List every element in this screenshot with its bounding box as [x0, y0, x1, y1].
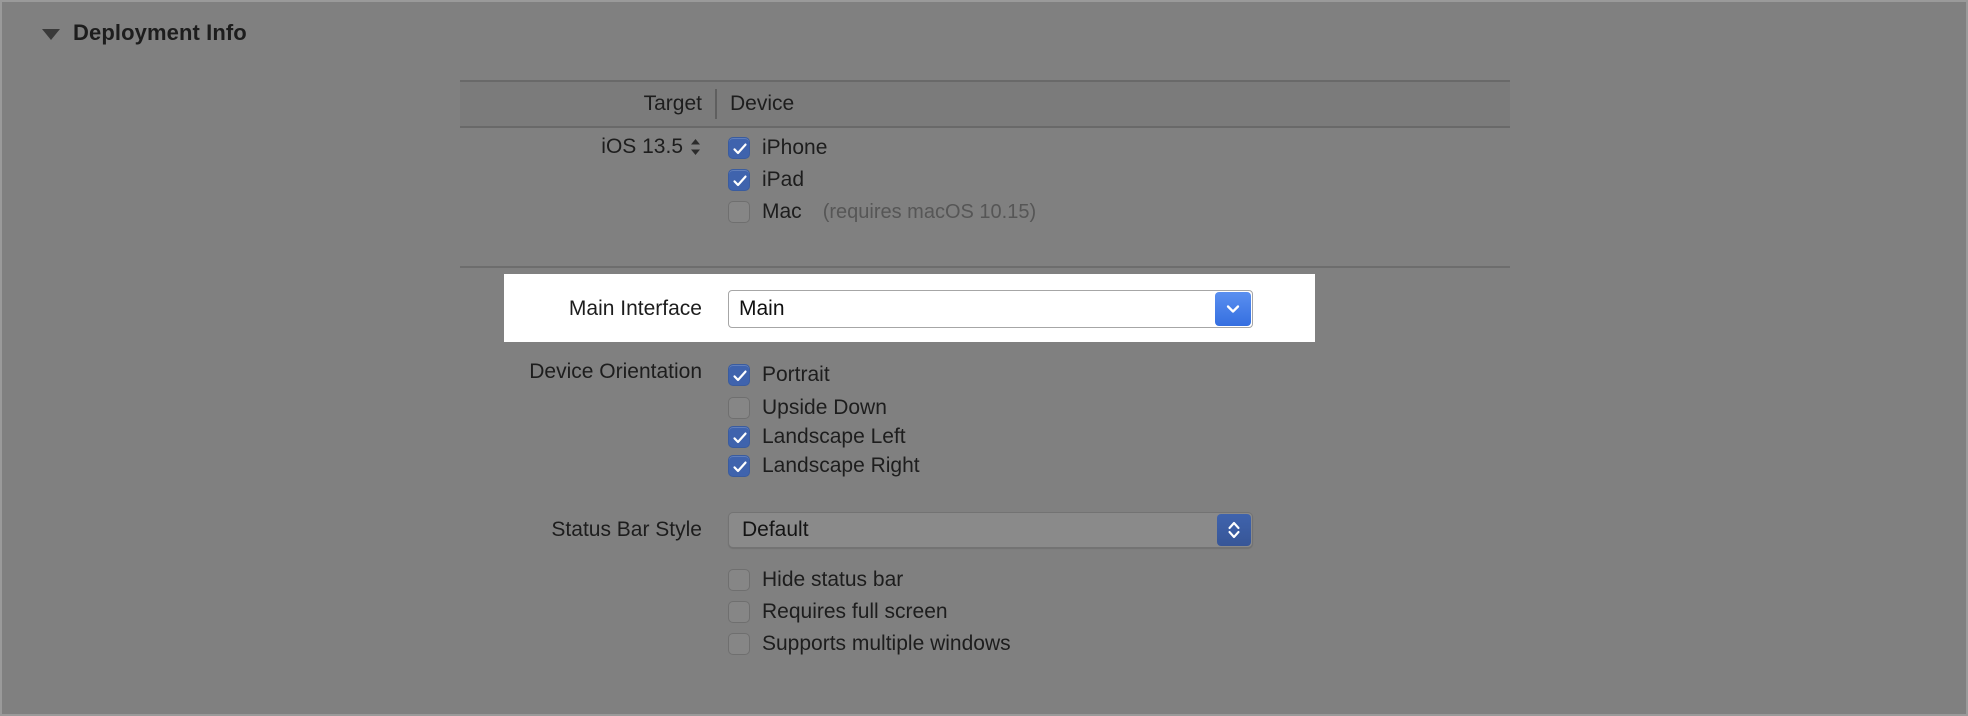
device-label-ipad: iPad [762, 168, 805, 191]
section-separator [460, 266, 1510, 268]
device-label-mac: Mac [762, 200, 802, 223]
device-row-iphone[interactable]: iPhone [728, 132, 1036, 164]
checkbox-landscape-left[interactable] [728, 425, 750, 448]
column-header-device: Device [730, 92, 795, 115]
device-row-ipad[interactable]: iPad [728, 164, 1036, 196]
deployment-table: Target Device [460, 80, 1510, 128]
checkbox-supports-multiple-windows[interactable] [728, 633, 750, 655]
orientation-row-landscape-left[interactable]: Landscape Left [728, 422, 920, 451]
deployment-info-panel: Deployment Info Target Device iOS 13.5 i… [0, 0, 1968, 716]
checkbox-landscape-right[interactable] [728, 454, 750, 477]
option-label-requires-full-screen: Requires full screen [762, 600, 948, 623]
column-header-target: Target [643, 92, 702, 115]
device-checkbox-group: iPhone iPad Mac (requires macOS 10.15) [715, 132, 1036, 228]
disclosure-triangle-icon[interactable] [42, 28, 60, 40]
up-down-chevron-icon[interactable] [1217, 514, 1251, 546]
orientation-label-landscape-right: Landscape Right [762, 453, 920, 477]
option-row-supports-multiple-windows[interactable]: Supports multiple windows [728, 628, 1011, 660]
main-interface-row: Main Interface Main [460, 290, 1253, 328]
deployment-target-stepper[interactable]: iOS 13.5 [601, 132, 702, 162]
checkbox-mac[interactable] [728, 201, 750, 223]
table-header-row: Target Device [460, 80, 1510, 128]
device-orientation-label: Device Orientation [529, 360, 702, 383]
checkbox-requires-full-screen[interactable] [728, 601, 750, 623]
status-bar-options-group: Hide status bar Requires full screen Sup… [715, 564, 1011, 660]
device-orientation-row: Device Orientation Portrait Upside Down … [460, 357, 920, 480]
orientation-label-portrait: Portrait [762, 363, 830, 386]
checkbox-upside-down[interactable] [728, 396, 750, 419]
deployment-info-header[interactable]: Deployment Info [42, 20, 247, 46]
device-note-mac: (requires macOS 10.15) [822, 200, 1037, 223]
status-bar-options-row: Hide status bar Requires full screen Sup… [460, 564, 1011, 660]
device-orientation-group: Portrait Upside Down Landscape Left Land… [715, 357, 920, 480]
deployment-target-label: iOS 13.5 [460, 132, 715, 162]
status-bar-style-field: Default [715, 512, 1253, 548]
main-interface-label: Main Interface [568, 297, 702, 320]
status-bar-style-value[interactable]: Default [729, 513, 1216, 547]
main-interface-field: Main [715, 290, 1253, 328]
status-bar-style-popup[interactable]: Default [728, 512, 1253, 548]
option-row-requires-full-screen[interactable]: Requires full screen [728, 596, 1011, 628]
chevron-down-icon[interactable] [1215, 292, 1251, 326]
status-bar-style-label: Status Bar Style [551, 518, 702, 541]
option-row-hide-status-bar[interactable]: Hide status bar [728, 564, 1011, 596]
option-label-supports-multiple-windows: Supports multiple windows [762, 632, 1011, 655]
orientation-row-portrait[interactable]: Portrait [728, 357, 920, 393]
orientation-label-landscape-left: Landscape Left [762, 424, 906, 448]
orientation-label-upside-down: Upside Down [762, 395, 887, 419]
deployment-target-value: iOS 13.5 [601, 135, 683, 158]
device-label-iphone: iPhone [762, 136, 828, 159]
orientation-row-upside-down[interactable]: Upside Down [728, 393, 920, 422]
main-interface-value[interactable]: Main [729, 291, 1215, 327]
checkbox-ipad[interactable] [728, 169, 750, 191]
device-row-mac[interactable]: Mac (requires macOS 10.15) [728, 196, 1036, 228]
status-bar-style-row: Status Bar Style Default [460, 512, 1253, 548]
up-down-chevron-icon[interactable] [689, 137, 702, 157]
orientation-row-landscape-right[interactable]: Landscape Right [728, 451, 920, 480]
checkbox-hide-status-bar[interactable] [728, 569, 750, 591]
checkbox-iphone[interactable] [728, 137, 750, 159]
page-title: Deployment Info [73, 20, 247, 45]
checkbox-portrait[interactable] [728, 364, 750, 386]
main-interface-combobox[interactable]: Main [728, 290, 1253, 328]
target-device-row: iOS 13.5 iPhone iPad Mac (requires macOS… [460, 132, 1036, 228]
option-label-hide-status-bar: Hide status bar [762, 568, 904, 591]
